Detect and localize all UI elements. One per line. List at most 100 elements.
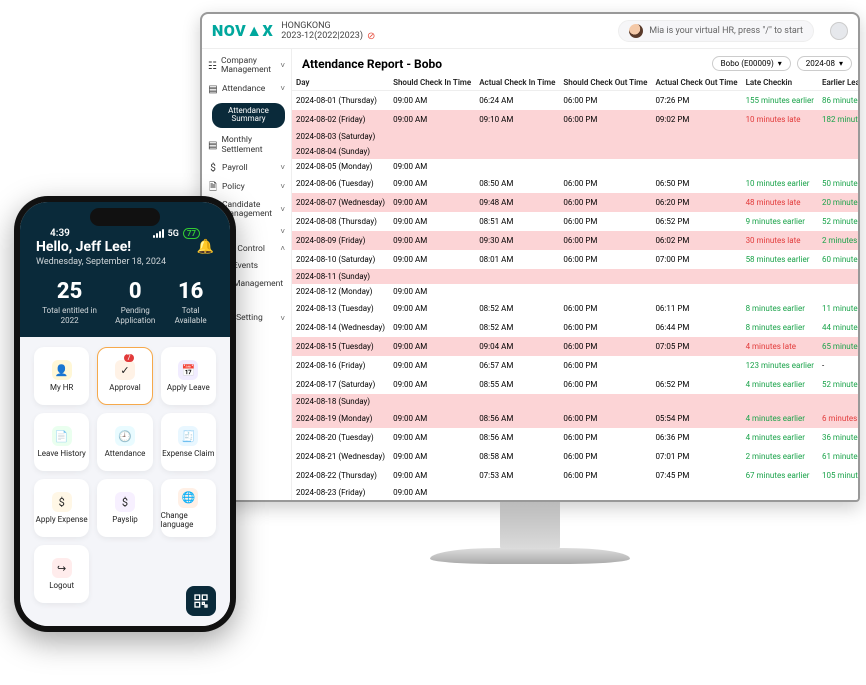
tile-label: Approval [109,383,140,392]
table-cell: 2024-08-19 (Monday) [292,409,389,428]
table-row: 2024-08-02 (Friday)09:00 AM09:10 AM06:00… [292,110,858,129]
app-tile[interactable]: 🧾Expense Claim [161,413,216,471]
table-cell: 08:51 AM [475,212,559,231]
table-cell [559,284,651,299]
late-checkin-cell: 123 minutes earlier [742,356,818,375]
column-header: Should Check Out Time [559,75,651,91]
table-cell: 2024-08-21 (Wednesday) [292,447,389,466]
stat-label: Pending Application [103,306,167,325]
sidebar-item[interactable]: 🗎Policy˅ [202,178,291,197]
table-cell: 06:36 PM [651,428,741,447]
table-cell: 06:00 PM [559,231,651,250]
sidebar-item-label: Policy [222,183,245,192]
stat-label: Total entitled in 2022 [36,306,103,325]
chevron-icon: ˅ [280,206,285,215]
earlier-leave-cell [818,159,858,174]
attendance-table: DayShould Check In TimeActual Check In T… [292,75,858,500]
table-cell: 2024-08-17 (Saturday) [292,375,389,394]
table-cell: 09:48 AM [475,193,559,212]
app-tile[interactable]: $Apply Expense [34,479,89,537]
table-cell [651,284,741,299]
table-cell: 09:00 AM [389,466,475,485]
late-checkin-cell: 48 minutes late [742,193,818,212]
app-tile[interactable]: 🕘Attendance [97,413,152,471]
attendance-table-wrap[interactable]: DayShould Check In TimeActual Check In T… [292,75,858,500]
network-label: 5G [168,229,179,239]
phone-device: 4:39 5G 77 Hello, Jeff Lee! 🔔 Wednesday,… [14,196,236,632]
bell-icon[interactable]: 🔔 [197,239,214,255]
table-cell: 09:00 AM [389,356,475,375]
table-cell [651,144,741,159]
app-tile[interactable]: 📄Leave History [34,413,89,471]
earlier-leave-cell: 182 minutes late [818,110,858,129]
table-cell: 2024-08-06 (Tuesday) [292,174,389,193]
earlier-leave-cell [818,485,858,500]
warning-icon: ⊘ [367,31,375,42]
table-cell: 2024-08-11 (Sunday) [292,269,389,284]
region-period: HONGKONG 2023-12(2022|2023)⊘ [281,21,375,42]
table-cell: 2024-08-15 (Tuesday) [292,337,389,356]
late-checkin-cell [742,284,818,299]
table-cell: 09:00 AM [389,337,475,356]
stat-block: 16Total Available [167,279,214,325]
qr-button[interactable] [186,586,216,616]
app-tile[interactable]: 🌐Change language [161,479,216,537]
table-cell: 06:00 PM [559,318,651,337]
app-tile[interactable]: ↪Logout [34,545,89,603]
chevron-icon: ˅ [280,315,285,324]
app-tile[interactable]: $Payslip [97,479,152,537]
table-row: 2024-08-06 (Tuesday)09:00 AM08:50 AM06:0… [292,174,858,193]
sidebar-item[interactable]: ▤Monthly Settlement [202,132,291,159]
late-checkin-cell: 10 minutes earlier [742,174,818,193]
desktop-body: ☷Company Management˅▤Attendance˅Attendan… [202,49,858,500]
app-tile[interactable]: 👤My HR [34,347,89,405]
sidebar-item-icon: $ [208,163,218,174]
table-cell: 09:00 AM [389,231,475,250]
table-cell: 09:00 AM [389,284,475,299]
table-cell: 06:00 PM [559,91,651,111]
table-cell: 09:00 AM [389,318,475,337]
table-row: 2024-08-15 (Tuesday)09:00 AM09:04 AM06:0… [292,337,858,356]
table-cell: 09:00 AM [389,485,475,500]
sidebar-item-icon: ☷ [208,61,217,72]
late-checkin-cell: 8 minutes earlier [742,318,818,337]
tile-label: Change language [161,511,216,529]
sidebar-item[interactable]: ▤Attendance˅ [202,80,291,99]
stat-value: 25 [36,279,103,304]
app-tile[interactable]: ✓Approval7 [97,347,152,405]
earlier-leave-cell [818,129,858,144]
earlier-leave-cell: 65 minutes late [818,337,858,356]
sidebar-item-attendance-summary[interactable]: Attendance Summary [206,99,291,133]
table-row: 2024-08-16 (Friday)09:00 AM06:57 AM06:00… [292,356,858,375]
tile-label: Expense Claim [162,449,215,458]
late-checkin-cell: 8 minutes earlier [742,299,818,318]
date-text: Wednesday, September 18, 2024 [36,257,214,267]
tile-icon: $ [115,492,135,512]
virtual-hr-search[interactable]: Mia is your virtual HR, press "/" to sta… [618,20,814,42]
sidebar-item[interactable]: ☷Company Management˅ [202,53,291,80]
stat-value: 0 [103,279,167,304]
table-cell: 06:00 PM [559,466,651,485]
table-cell: 09:10 AM [475,110,559,129]
desktop-screen: NOV▲X HONGKONG 2023-12(2022|2023)⊘ Mia i… [200,12,860,502]
signal-icon [153,229,164,238]
table-cell [559,269,651,284]
late-checkin-cell: 67 minutes earlier [742,466,818,485]
late-checkin-cell [742,129,818,144]
sidebar-item[interactable]: $Payroll˅ [202,159,291,178]
app-tile[interactable]: 📅Apply Leave [161,347,216,405]
table-cell: 06:00 PM [559,212,651,231]
stat-label: Total Available [167,306,214,325]
battery-indicator: 77 [183,228,200,239]
table-cell: 09:00 AM [389,409,475,428]
table-cell: 09:00 AM [389,250,475,269]
user-avatar[interactable] [830,22,848,40]
table-controls: Bobo (E00009) ▾ 2024-08 ▾ [706,56,858,75]
table-cell: 09:02 PM [651,110,741,129]
month-select[interactable]: 2024-08 ▾ [797,56,852,71]
earlier-leave-cell: 20 minutes late [818,193,858,212]
employee-select[interactable]: Bobo (E00009) ▾ [712,56,791,71]
table-row: 2024-08-19 (Monday)09:00 AM08:56 AM06:00… [292,409,858,428]
table-cell [651,269,741,284]
table-row: 2024-08-21 (Wednesday)09:00 AM08:58 AM06… [292,447,858,466]
